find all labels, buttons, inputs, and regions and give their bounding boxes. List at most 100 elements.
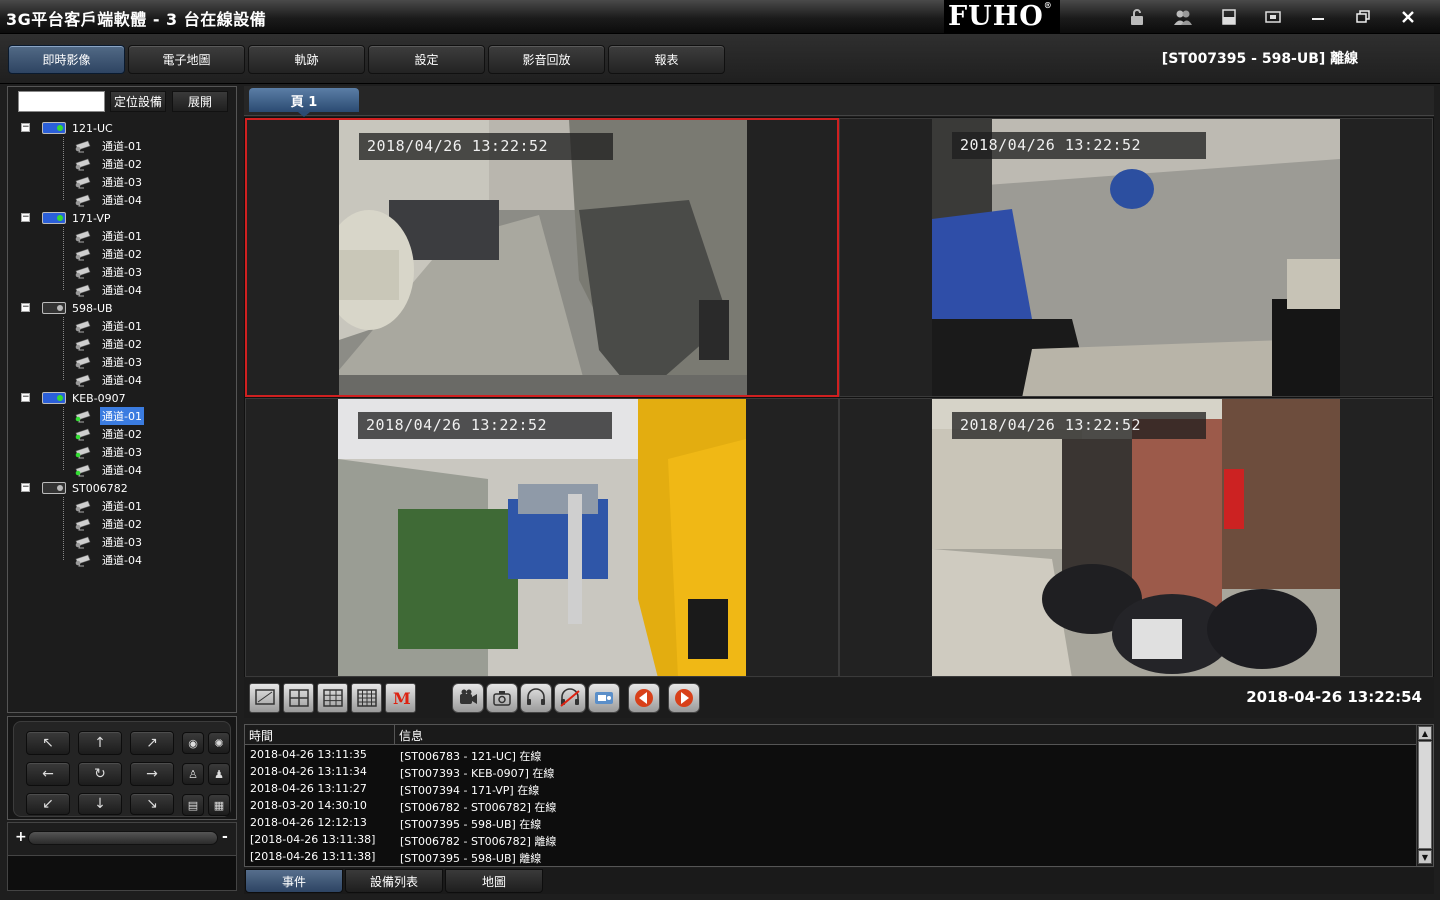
tree-device-3[interactable]: − KEB-0907	[8, 389, 228, 407]
ptz-up-right-button[interactable]: ↗	[130, 731, 174, 755]
close-audio-icon[interactable]	[554, 683, 586, 713]
next-page-icon[interactable]	[668, 683, 700, 713]
preset-icon[interactable]: ▤	[182, 794, 204, 816]
lock-icon[interactable]	[1124, 5, 1150, 29]
collapse-toggle-icon[interactable]: −	[21, 483, 30, 492]
ptz-right-button[interactable]: →	[130, 762, 174, 786]
tab-map[interactable]: 地圖	[445, 869, 543, 893]
tree-channel-3-2[interactable]: 通道-03	[74, 443, 144, 461]
ptz-down-right-button[interactable]: ↘	[130, 793, 174, 815]
tree-channel-0-2[interactable]: 通道-03	[74, 173, 144, 191]
single-view-icon[interactable]	[249, 683, 280, 713]
tree-channel-1-0[interactable]: 通道-01	[74, 227, 144, 245]
tree-channel-2-1[interactable]: 通道-02	[74, 335, 144, 353]
log-scrollbar[interactable]: ▲ ▼	[1416, 725, 1433, 866]
ptz-rotate-button[interactable]: ↻	[78, 762, 122, 786]
tab-events[interactable]: 事件	[245, 869, 343, 893]
tree-channel-3-1[interactable]: 通道-02	[74, 425, 144, 443]
tree-channel-2-3[interactable]: 通道-04	[74, 371, 144, 389]
record-icon[interactable]	[452, 683, 484, 713]
restore-window-icon[interactable]	[1260, 5, 1286, 29]
tree-channel-4-3[interactable]: 通道-04	[74, 551, 144, 569]
tab-device-list[interactable]: 設備列表	[345, 869, 443, 893]
custom-layout-icon[interactable]: M	[385, 683, 416, 713]
column-header-info[interactable]: 信息	[399, 727, 423, 744]
log-row[interactable]: [2018-04-26 13:11:38] [ST006782 - ST00678…	[245, 832, 1417, 849]
tree-device-1[interactable]: − 171-VP	[8, 209, 228, 227]
locate-device-button[interactable]: 定位設備	[110, 91, 166, 112]
video-tile-1[interactable]: 2018/04/26 13:22:52	[245, 118, 839, 397]
tree-channel-0-3[interactable]: 通道-04	[74, 191, 144, 209]
layout-icon[interactable]	[1216, 5, 1242, 29]
tab-playback[interactable]: 影音回放	[488, 45, 605, 74]
zoom-in-button[interactable]: +	[15, 829, 27, 845]
collapse-toggle-icon[interactable]: −	[21, 393, 30, 402]
video-tile-4[interactable]: 2018/04/26 13:22:52	[839, 398, 1433, 677]
tab-reports[interactable]: 報表	[608, 45, 725, 74]
collapse-toggle-icon[interactable]: −	[21, 303, 30, 312]
tree-channel-4-0[interactable]: 通道-01	[74, 497, 144, 515]
tree-channel-4-1[interactable]: 通道-02	[74, 515, 144, 533]
tree-channel-1-3[interactable]: 通道-04	[74, 281, 144, 299]
video-tile-3[interactable]: 2018/04/26 13:22:52	[245, 398, 839, 677]
log-row[interactable]: 2018-04-26 13:11:27 [ST007394 - 171-VP] 在…	[245, 781, 1417, 798]
page-tab[interactable]: 頁 1	[249, 88, 359, 112]
camera-icon	[75, 248, 91, 261]
intercom-icon[interactable]	[588, 683, 620, 713]
four-view-icon[interactable]	[283, 683, 314, 713]
log-row[interactable]: 2018-04-26 13:11:34 [ST007393 - KEB-0907]…	[245, 764, 1417, 781]
zoom-out-button[interactable]: -	[222, 829, 228, 845]
preset-call-icon[interactable]: ▦	[208, 794, 230, 816]
log-row[interactable]: 2018-04-26 13:11:35 [ST006783 - 121-UC] 在…	[245, 747, 1417, 764]
tab-settings[interactable]: 設定	[368, 45, 485, 74]
sixteen-view-icon[interactable]	[351, 683, 382, 713]
ptz-up-left-button[interactable]: ↖	[26, 731, 70, 755]
channel-label: 通道-04	[102, 464, 142, 477]
ptz-left-button[interactable]: ←	[26, 762, 70, 786]
tree-channel-3-0[interactable]: 通道-01	[74, 407, 144, 425]
open-audio-icon[interactable]	[520, 683, 552, 713]
tree-channel-2-0[interactable]: 通道-01	[74, 317, 144, 335]
log-row[interactable]: 2018-03-20 14:30:10 [ST006782 - ST006782]…	[245, 798, 1417, 815]
log-row[interactable]: [2018-04-26 13:11:38] [ST007395 - 598-UB]…	[245, 849, 1417, 866]
scroll-up-icon[interactable]: ▲	[1418, 726, 1432, 740]
ptz-down-button[interactable]: ↓	[78, 793, 122, 815]
video-tile-2[interactable]: 2018/04/26 13:22:52	[839, 118, 1433, 397]
prev-page-icon[interactable]	[628, 683, 660, 713]
maximize-icon[interactable]	[1350, 5, 1376, 29]
tree-device-0[interactable]: − 121-UC	[8, 119, 228, 137]
tab-live-video[interactable]: 即時影像	[8, 45, 125, 74]
tree-channel-1-1[interactable]: 通道-02	[74, 245, 144, 263]
log-row[interactable]: 2018-04-26 12:12:13 [ST007395 - 598-UB] 在…	[245, 815, 1417, 832]
tree-channel-0-1[interactable]: 通道-02	[74, 155, 144, 173]
scroll-thumb[interactable]	[1418, 741, 1432, 849]
camera-icon	[75, 176, 91, 189]
single-person-icon[interactable]: ♙	[182, 763, 204, 785]
tree-device-2[interactable]: − 598-UB	[8, 299, 228, 317]
close-icon[interactable]	[1395, 5, 1421, 29]
zoom-slider[interactable]	[28, 831, 218, 845]
minimize-icon[interactable]	[1305, 5, 1331, 29]
tree-channel-4-2[interactable]: 通道-03	[74, 533, 144, 551]
tab-e-map[interactable]: 電子地圖	[128, 45, 245, 74]
expand-button[interactable]: 展開	[172, 91, 228, 112]
tree-channel-1-2[interactable]: 通道-03	[74, 263, 144, 281]
focus-far-icon[interactable]: ✺	[208, 732, 230, 754]
tree-channel-2-2[interactable]: 通道-03	[74, 353, 144, 371]
tree-channel-3-3[interactable]: 通道-04	[74, 461, 144, 479]
tree-device-4[interactable]: − ST006782	[8, 479, 228, 497]
tree-channel-0-0[interactable]: 通道-01	[74, 137, 144, 155]
ptz-up-button[interactable]: ↑	[78, 731, 122, 755]
column-header-time[interactable]: 時間	[249, 727, 273, 744]
users-icon[interactable]	[1170, 5, 1196, 29]
tab-track[interactable]: 軌跡	[248, 45, 365, 74]
collapse-toggle-icon[interactable]: −	[21, 213, 30, 222]
nine-view-icon[interactable]	[317, 683, 348, 713]
snapshot-icon[interactable]	[486, 683, 518, 713]
focus-near-icon[interactable]: ◉	[182, 732, 204, 754]
device-search-input[interactable]	[18, 91, 105, 112]
group-icon[interactable]: ♟	[208, 763, 230, 785]
ptz-down-left-button[interactable]: ↙	[26, 793, 70, 815]
collapse-toggle-icon[interactable]: −	[21, 123, 30, 132]
scroll-down-icon[interactable]: ▼	[1418, 850, 1432, 864]
